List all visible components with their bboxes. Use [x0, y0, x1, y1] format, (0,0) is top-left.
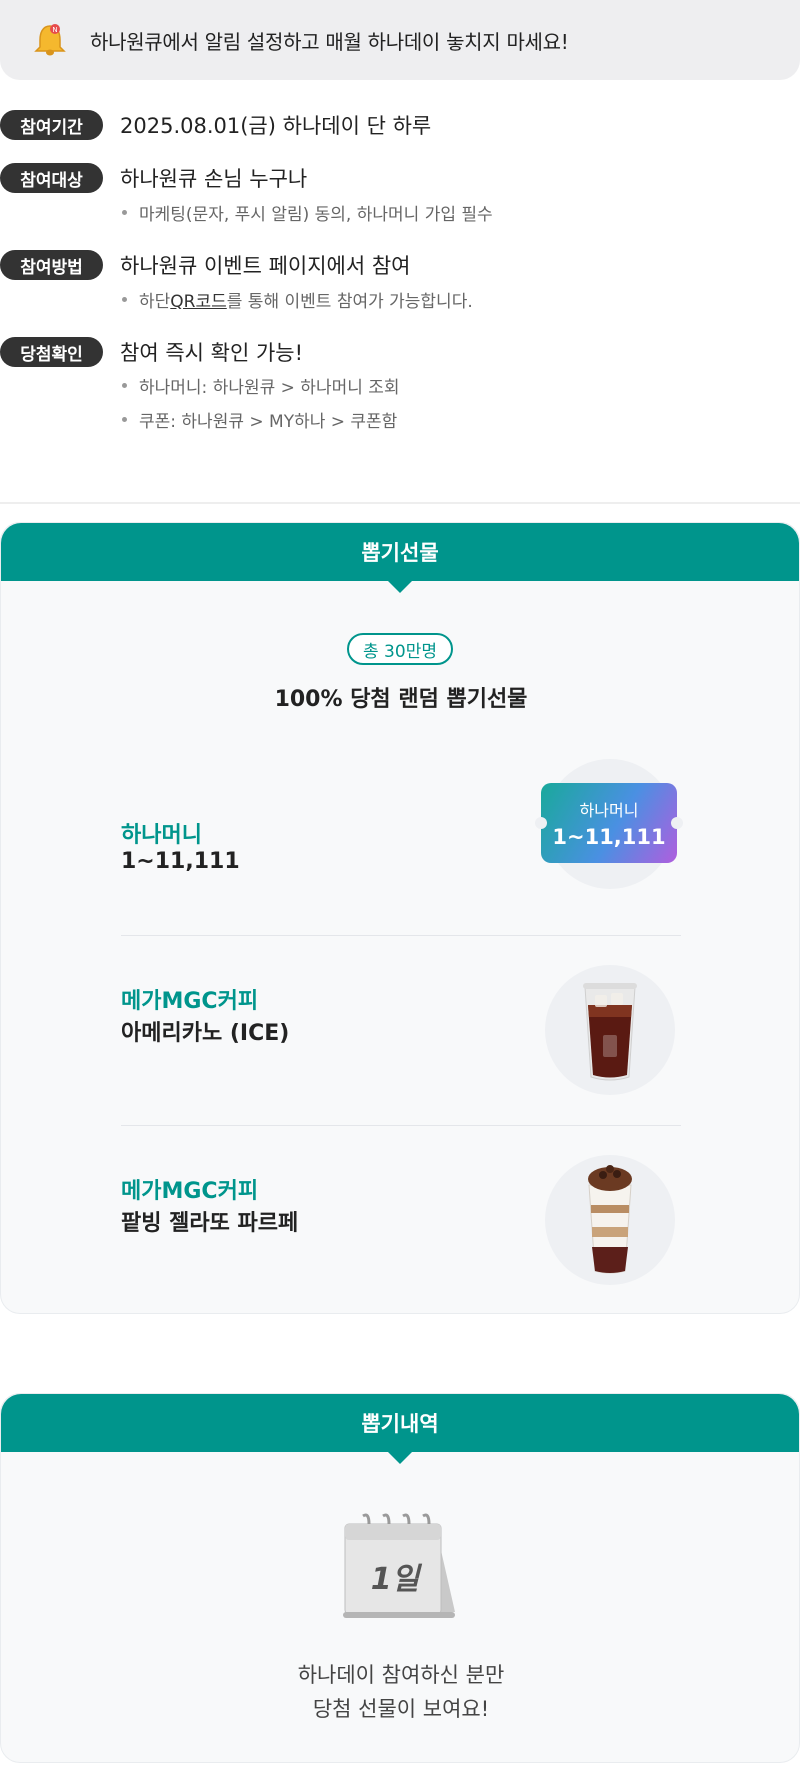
tag-result: 당첨확인 — [0, 337, 103, 367]
notice-text: 하나원큐에서 알림 설정하고 매월 하나데이 놓치지 마세요! — [90, 29, 569, 54]
prize-divider — [121, 1125, 681, 1126]
bullet-dot — [122, 209, 127, 215]
prize-name: 아메리카노 (ICE) — [121, 1021, 290, 1046]
gifts-header-title: 뽑기선물 — [361, 541, 439, 565]
gifts-header: 뽑기선물 — [1, 523, 799, 593]
method-note-suffix: 를 통해 이벤트 참여가 가능합니다. — [226, 291, 473, 312]
ticket-label: 하나머니 — [579, 801, 639, 820]
bell-icon: N — [30, 20, 70, 60]
ticket-value: 1~11,111 — [552, 825, 666, 849]
hana-money-ticket: 하나머니 1~11,111 — [535, 783, 683, 863]
total-winners-badge: 총 30만명 — [347, 633, 453, 665]
prize-brand: 하나머니 — [121, 823, 202, 848]
prize-name: 팥빙 젤라또 파르페 — [121, 1211, 299, 1236]
target-note: 마케팅(문자, 푸시 알림) 동의, 하나머니 가입 필수 — [120, 199, 493, 225]
method-note: 하단 QR코드 를 통해 이벤트 참여가 가능합니다. — [120, 286, 473, 312]
qr-code-link[interactable]: QR코드 — [170, 287, 226, 312]
history-line-1: 하나데이 참여하신 분만 — [297, 1663, 505, 1687]
result-note: 하나머니: 하나원큐 > 하나머니 조회 — [120, 372, 400, 398]
method-text: 하나원큐 이벤트 페이지에서 참여 — [120, 254, 411, 278]
gifts-card: 뽑기선물 총 30만명 100% 당첨 랜덤 뽑기선물 하나머니 1~11,11… — [0, 522, 800, 1314]
section-divider — [0, 502, 800, 504]
prize-name: 1~11,111 — [121, 849, 240, 874]
tag-method: 참여방법 — [0, 250, 103, 280]
result-text: 참여 즉시 확인 가능! — [120, 341, 304, 365]
bullet-dot — [122, 416, 127, 422]
notice-banner[interactable]: N 하나원큐에서 알림 설정하고 매월 하나데이 놓치지 마세요! — [0, 0, 800, 80]
prize-divider — [121, 935, 681, 936]
header-arrow — [387, 580, 413, 593]
prize-brand: 메가MGC커피 — [121, 989, 259, 1014]
period-text: 2025.08.01(금) 하나데이 단 하루 — [120, 114, 432, 138]
header-arrow — [387, 1451, 413, 1464]
bullet-dot — [122, 296, 127, 302]
history-header: 뽑기내역 — [1, 1394, 799, 1464]
tag-period: 참여기간 — [0, 110, 103, 140]
history-card: 뽑기내역 1일 하나데이 참여하신 분만 당첨 선물이 보여요! — [0, 1393, 800, 1763]
iced-americano-image — [545, 965, 675, 1095]
tag-target: 참여대상 — [0, 163, 103, 193]
method-note-prefix: 하단 — [139, 291, 171, 312]
result-note-text: 하나머니: 하나원큐 > 하나머니 조회 — [139, 377, 400, 398]
history-empty-message: 하나데이 참여하신 분만 당첨 선물이 보여요! — [1, 1658, 800, 1726]
result-note-text: 쿠폰: 하나원큐 > MY하나 > 쿠폰함 — [139, 411, 398, 432]
prize-brand: 메가MGC커피 — [121, 1179, 259, 1204]
result-note: 쿠폰: 하나원큐 > MY하나 > 쿠폰함 — [120, 406, 397, 432]
bullet-dot — [122, 382, 127, 388]
gifts-headline: 100% 당첨 랜덤 뽑기선물 — [274, 687, 528, 712]
parfait-image — [545, 1155, 675, 1285]
history-line-2: 당첨 선물이 보여요! — [312, 1697, 490, 1721]
target-text: 하나원큐 손님 누구나 — [120, 167, 308, 191]
history-header-title: 뽑기내역 — [361, 1412, 439, 1436]
calendar-day-text: 1일 — [370, 1562, 420, 1597]
calendar-icon: 1일 — [335, 1512, 465, 1622]
svg-text:N: N — [52, 26, 57, 34]
target-note-text: 마케팅(문자, 푸시 알림) 동의, 하나머니 가입 필수 — [139, 204, 493, 225]
